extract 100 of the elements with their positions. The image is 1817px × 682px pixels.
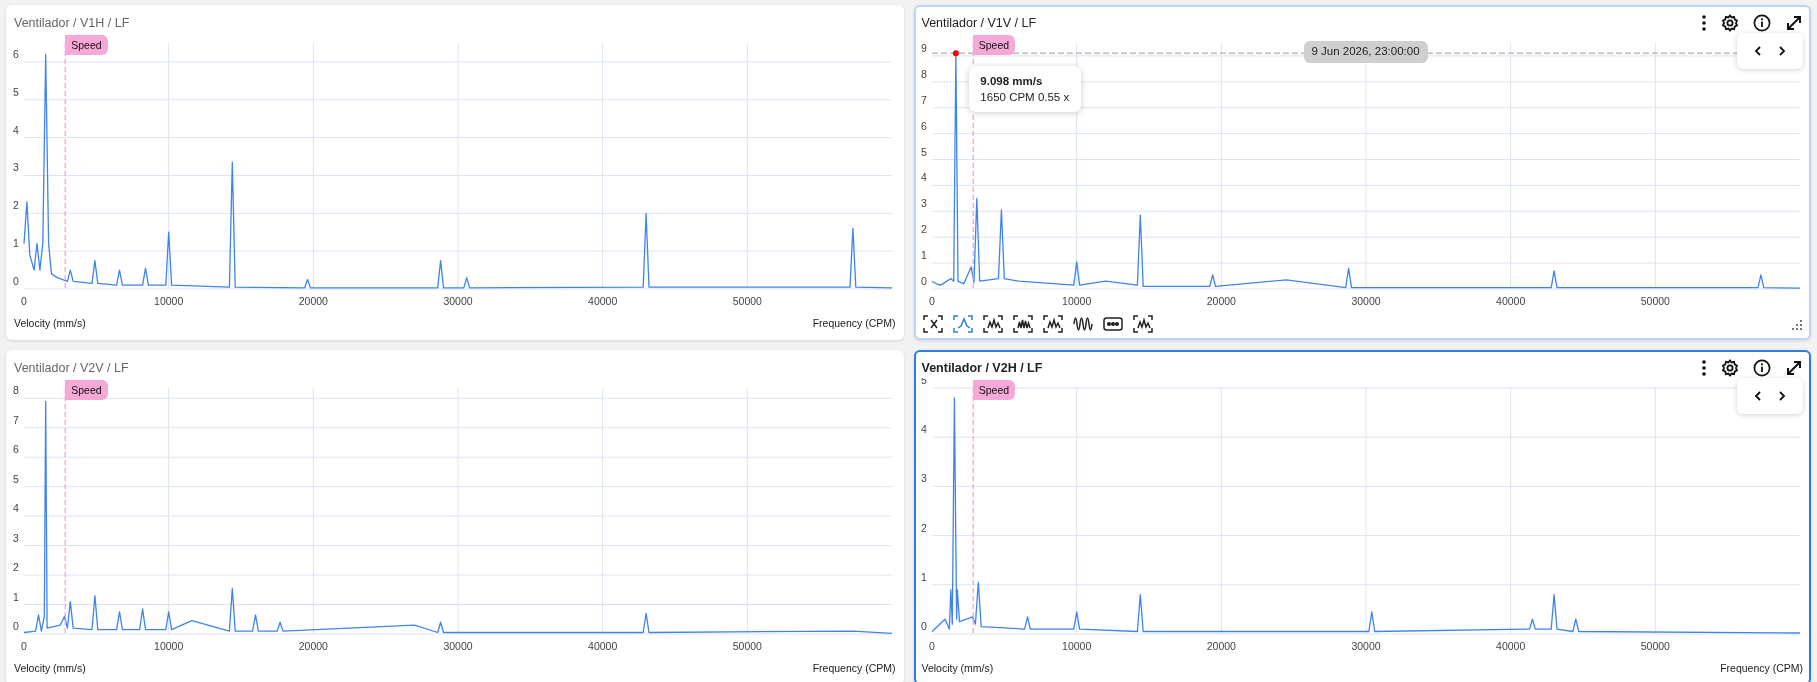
chevron-left-icon — [1753, 390, 1763, 402]
frame-x-icon[interactable] — [921, 314, 944, 334]
settings-icon — [1721, 359, 1739, 377]
date-badge: 9 Jun 2026, 23:00:00 — [1303, 41, 1428, 63]
axis-title: Velocity (mm/s) — [14, 316, 86, 332]
axis-tick-label: 40000 — [1495, 295, 1525, 307]
info-button[interactable] — [1753, 14, 1771, 32]
axis-tick-label: 30000 — [443, 640, 473, 652]
axis-tick-label: 10000 — [154, 295, 184, 307]
next-button[interactable] — [1777, 45, 1787, 57]
panel-title: Ventilador / V2V / LF — [14, 359, 129, 377]
axis-tick-label: 3 — [13, 531, 19, 544]
axis-tick-label: 50000 — [1640, 640, 1670, 652]
axis-tick-label: 6 — [13, 47, 19, 60]
axis-title: Velocity (mm/s) — [921, 661, 994, 677]
axis-tick-label: 6 — [920, 119, 927, 132]
axis-tick-label: 0 — [21, 295, 27, 307]
ellipsis-box-icon[interactable] — [1101, 314, 1124, 334]
expand-button[interactable] — [1785, 14, 1803, 32]
frame-peaks-icon[interactable] — [1011, 314, 1034, 334]
axis-tick-label: 3 — [920, 197, 927, 210]
next-button[interactable] — [1777, 390, 1787, 402]
axis-tick-label: 8 — [920, 67, 927, 80]
info-icon — [1753, 14, 1771, 32]
axis-tick-label: 10000 — [1061, 295, 1091, 307]
frame-peak-icon[interactable] — [951, 314, 974, 334]
axis-title: Frequency (CPM) — [812, 661, 896, 677]
axis-tick-label: 50000 — [732, 295, 762, 307]
speed-tag: Speed — [65, 380, 108, 400]
axis-tick-label: 4 — [920, 423, 927, 436]
axis-tick-label: 5 — [13, 472, 19, 485]
more-button[interactable] — [1701, 14, 1707, 32]
previous-button[interactable] — [1753, 45, 1763, 57]
axis-tick-label: 4 — [13, 123, 19, 136]
more-button[interactable] — [1701, 359, 1707, 377]
axis-tick-label: 20000 — [298, 295, 328, 307]
axis-tick-label: 4 — [13, 502, 19, 515]
axis-tick-label: 0 — [920, 620, 927, 632]
axis-tick-label: 2 — [13, 199, 19, 212]
axis-tick-label: 0 — [21, 640, 27, 652]
frame-wave-icon[interactable] — [981, 314, 1004, 334]
axis-tick-label: 30000 — [1350, 295, 1381, 307]
axis-tick-label: 40000 — [588, 640, 618, 652]
axis-tick-label: 1 — [920, 570, 927, 583]
axis-tick-label: 0 — [13, 275, 19, 287]
chevron-right-icon — [1777, 390, 1787, 402]
frame-wave-icon[interactable] — [1041, 314, 1064, 334]
axis-tick-label: 8 — [13, 384, 19, 397]
axis-tick-label: 1 — [13, 237, 19, 250]
more-icon — [1701, 14, 1707, 32]
axis-title: Frequency (CPM) — [1720, 661, 1803, 677]
axis-tick-label: 40000 — [1495, 640, 1525, 652]
settings-button[interactable] — [1721, 14, 1739, 32]
speed-tag: Speed — [972, 380, 1016, 400]
frame-wave-icon[interactable] — [1131, 314, 1154, 334]
tooltip-detail: 1650 CPM 0.55 x — [980, 90, 1070, 106]
wave-icon[interactable] — [1071, 314, 1094, 334]
previous-button[interactable] — [1753, 390, 1763, 402]
axis-tick-label: 9 — [920, 41, 927, 54]
axis-tick-label: 10000 — [1061, 640, 1091, 652]
chevron-right-icon — [1777, 45, 1787, 57]
axis-tick-label: 0 — [13, 620, 19, 632]
axis-tick-label: 50000 — [1640, 295, 1670, 307]
settings-icon — [1721, 14, 1739, 32]
axis-tick-label: 0 — [928, 295, 935, 307]
axis-tick-label: 5 — [920, 145, 927, 158]
axis-tick-label: 7 — [13, 413, 19, 426]
axis-tick-label: 40000 — [588, 295, 618, 307]
panel-title: Ventilador / V2H / LF — [921, 359, 1043, 377]
axis-tick-label: 10000 — [154, 640, 184, 652]
axis-title: Velocity (mm/s) — [14, 661, 86, 677]
axis-tick-label: 30000 — [1350, 640, 1381, 652]
info-icon — [1753, 359, 1771, 377]
axis-tick-label: 50000 — [732, 640, 762, 652]
cursor-dot — [952, 50, 959, 57]
axis-tick-label: 7 — [920, 93, 927, 106]
panel-title: Ventilador / V1V / LF — [921, 14, 1037, 32]
speed-tag: Speed — [65, 35, 108, 55]
axis-tick-label: 2 — [13, 561, 19, 574]
axis-tick-label: 20000 — [298, 640, 328, 652]
axis-tick-label: 20000 — [1206, 295, 1236, 307]
expand-button[interactable] — [1785, 359, 1803, 377]
settings-button[interactable] — [1721, 359, 1739, 377]
axis-tick-label: 5 — [13, 85, 19, 98]
panel-title: Ventilador / V1H / LF — [14, 14, 130, 32]
axis-tick-label: 30000 — [443, 295, 473, 307]
chevron-left-icon — [1753, 45, 1763, 57]
axis-tick-label: 4 — [920, 171, 927, 184]
expand-icon — [1785, 359, 1803, 377]
info-button[interactable] — [1753, 359, 1771, 377]
axis-tick-label: 20000 — [1206, 640, 1236, 652]
axis-title: Frequency (CPM) — [812, 316, 896, 332]
axis-tick-label: 2 — [920, 223, 927, 236]
axis-tick-label: 0 — [920, 275, 927, 287]
speed-tag: Speed — [972, 35, 1016, 55]
axis-tick-label: 6 — [13, 443, 19, 456]
tooltip-value: 9.098 mm/s — [980, 74, 1044, 90]
axis-tick-label: 1 — [920, 249, 927, 262]
resize-grip-icon[interactable] — [1790, 317, 1803, 331]
axis-tick-label: 0 — [928, 640, 935, 652]
